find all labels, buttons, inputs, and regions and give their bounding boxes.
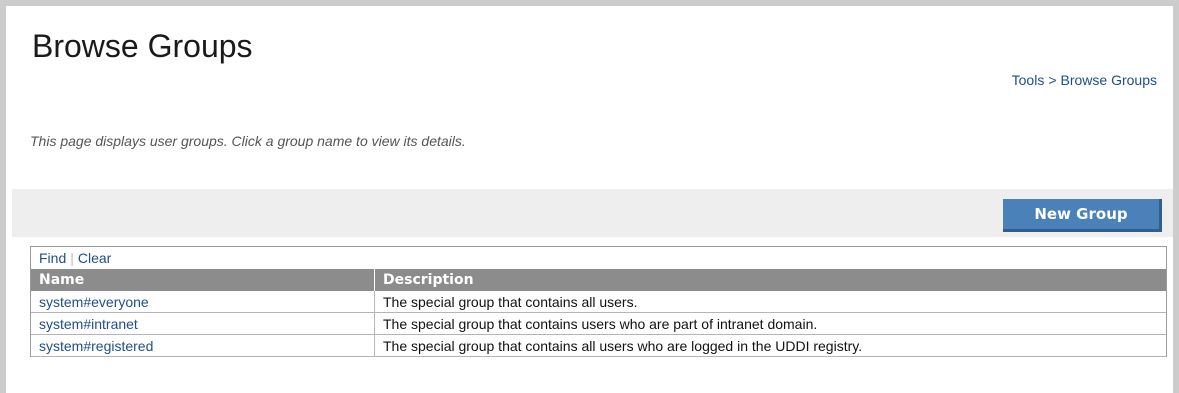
group-name-link[interactable]: system#intranet bbox=[31, 312, 375, 335]
group-name-link[interactable]: system#everyone bbox=[31, 291, 375, 313]
group-name-link[interactable]: system#registered bbox=[31, 334, 375, 357]
groups-panel: Find | Clear Name Description system#every… bbox=[30, 246, 1167, 357]
breadcrumb-item-tools[interactable]: Tools bbox=[1012, 72, 1045, 88]
breadcrumb: Tools > Browse Groups bbox=[1012, 72, 1157, 88]
find-link[interactable]: Find bbox=[39, 250, 66, 266]
table-header-row: Name Description bbox=[31, 269, 1166, 291]
page-frame: Browse Groups Tools > Browse Groups This p… bbox=[0, 0, 1179, 393]
page-description: This page displays user groups. Click a … bbox=[30, 133, 466, 149]
breadcrumb-separator: > bbox=[1048, 72, 1057, 88]
group-description: The special group that contains all user… bbox=[374, 334, 1166, 357]
clear-link[interactable]: Clear bbox=[78, 250, 111, 266]
group-description: The special group that contains users wh… bbox=[374, 312, 1166, 335]
groups-table: Name Description system#everyone The spe… bbox=[31, 269, 1166, 357]
new-group-button[interactable]: New Group bbox=[1003, 199, 1162, 232]
column-header-name[interactable]: Name bbox=[31, 269, 375, 291]
filter-bar: Find | Clear bbox=[31, 247, 1166, 269]
table-row: system#everyone The special group that c… bbox=[31, 291, 1166, 313]
page-title: Browse Groups bbox=[32, 28, 253, 64]
group-description: The special group that contains all user… bbox=[374, 291, 1166, 313]
filter-separator: | bbox=[70, 250, 74, 266]
table-row: system#registered The special group that… bbox=[31, 334, 1166, 357]
action-toolbar: New Group bbox=[12, 189, 1173, 237]
breadcrumb-item-browse-groups[interactable]: Browse Groups bbox=[1061, 72, 1157, 88]
table-row: system#intranet The special group that c… bbox=[31, 312, 1166, 335]
column-header-description[interactable]: Description bbox=[374, 269, 1166, 291]
